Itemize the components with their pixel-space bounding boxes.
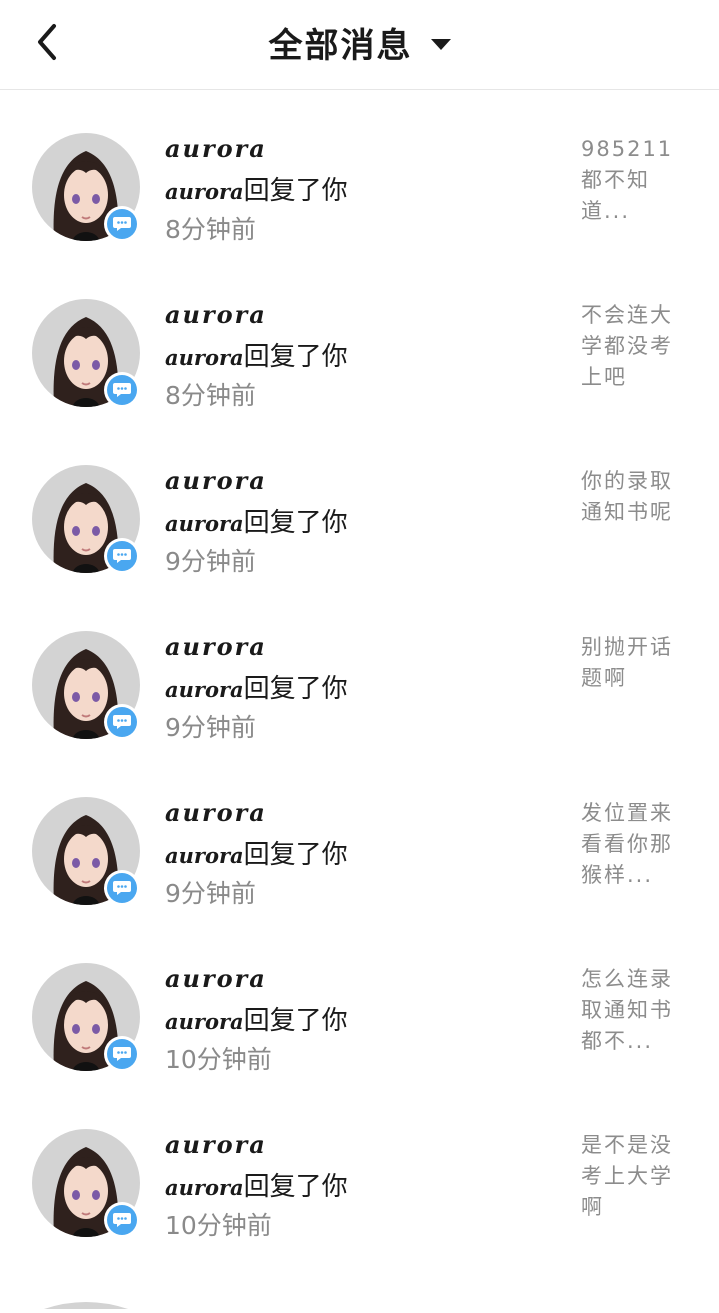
list-item[interactable]: aurora aurora回复了你 8分钟前 985211都不知道...	[0, 90, 719, 256]
action-label: 回复了你	[243, 840, 348, 870]
username[interactable]: aurora	[165, 798, 267, 827]
message-preview[interactable]: 不会连大学都没考上吧	[581, 300, 685, 393]
timestamp: 9分钟前	[165, 547, 256, 576]
actor-name: aurora	[165, 1009, 244, 1034]
comment-badge	[104, 1202, 140, 1238]
chat-bubble-icon	[113, 1047, 131, 1061]
action-text: aurora回复了你	[165, 834, 348, 871]
action-label: 回复了你	[243, 1006, 348, 1036]
message-preview[interactable]: 985211都不知道...	[581, 134, 685, 227]
page-title: 全部消息	[268, 25, 413, 66]
list-item[interactable]: aurora aurora回复了你 10分钟前 是不是没考上大学啊	[0, 1086, 719, 1252]
username[interactable]: aurora	[165, 1130, 267, 1159]
comment-badge	[104, 1036, 140, 1072]
comment-badge	[104, 870, 140, 906]
list-item[interactable]: aurora aurora回复了你 8分钟前 不会连大学都没考上吧	[0, 256, 719, 422]
action-text: aurora回复了你	[165, 502, 348, 539]
caret-down-icon	[430, 38, 451, 50]
comment-badge	[104, 704, 140, 740]
action-label: 回复了你	[243, 1172, 348, 1202]
message-preview[interactable]: 发位置来看看你那猴样...	[581, 798, 685, 891]
action-label: 回复了你	[243, 508, 348, 538]
comment-badge	[104, 538, 140, 574]
chat-bubble-icon	[113, 715, 131, 729]
chat-bubble-icon	[113, 881, 131, 895]
list-item[interactable]: aurora aurora回复了你 9分钟前 别抛开话题啊	[0, 588, 719, 754]
header-bar: 全部消息	[0, 0, 719, 90]
username[interactable]: aurora	[165, 300, 267, 329]
action-text: aurora回复了你	[165, 1000, 348, 1037]
chat-bubble-icon	[113, 383, 131, 397]
chat-bubble-icon	[113, 549, 131, 563]
actor-name: aurora	[165, 843, 244, 868]
list-item[interactable]: aurora aurora回复了你 9分钟前 你的录取通知书呢	[0, 422, 719, 588]
username[interactable]: aurora	[165, 466, 267, 495]
actor-name: aurora	[165, 1175, 244, 1200]
timestamp: 8分钟前	[165, 215, 256, 244]
actor-name: aurora	[165, 345, 244, 370]
username[interactable]: aurora	[165, 964, 267, 993]
action-text: aurora回复了你	[165, 336, 348, 373]
message-preview[interactable]: 你的录取通知书呢	[581, 466, 685, 528]
action-text: aurora回复了你	[165, 1166, 348, 1203]
username[interactable]: aurora	[165, 632, 267, 661]
timestamp: 9分钟前	[165, 879, 256, 908]
action-text: aurora回复了你	[165, 668, 348, 705]
comment-badge	[104, 372, 140, 408]
comment-badge	[104, 206, 140, 242]
message-preview[interactable]: 怎么连录取通知书都不...	[581, 964, 685, 1057]
message-preview[interactable]: 是不是没考上大学啊	[581, 1130, 685, 1223]
list-item[interactable]: aurora aurora回复了你 9分钟前 发位置来看看你那猴样...	[0, 754, 719, 920]
chat-bubble-icon	[113, 1213, 131, 1227]
timestamp: 9分钟前	[165, 713, 256, 742]
username[interactable]: aurora	[165, 134, 267, 163]
list-item[interactable]: aurora aurora回复了你 10分钟前 怎么连录取通知书都不...	[0, 920, 719, 1086]
actor-name: aurora	[165, 179, 244, 204]
chat-bubble-icon	[113, 217, 131, 231]
timestamp: 10分钟前	[165, 1211, 272, 1240]
actor-name: aurora	[165, 677, 244, 702]
actor-name: aurora	[165, 511, 244, 536]
message-preview[interactable]: 别抛开话题啊	[581, 632, 685, 694]
action-label: 回复了你	[243, 342, 348, 372]
action-text: aurora回复了你	[165, 170, 348, 207]
action-label: 回复了你	[243, 176, 348, 206]
timestamp: 10分钟前	[165, 1045, 272, 1074]
title-dropdown[interactable]: 全部消息	[0, 18, 719, 66]
action-label: 回复了你	[243, 674, 348, 704]
timestamp: 8分钟前	[165, 381, 256, 410]
